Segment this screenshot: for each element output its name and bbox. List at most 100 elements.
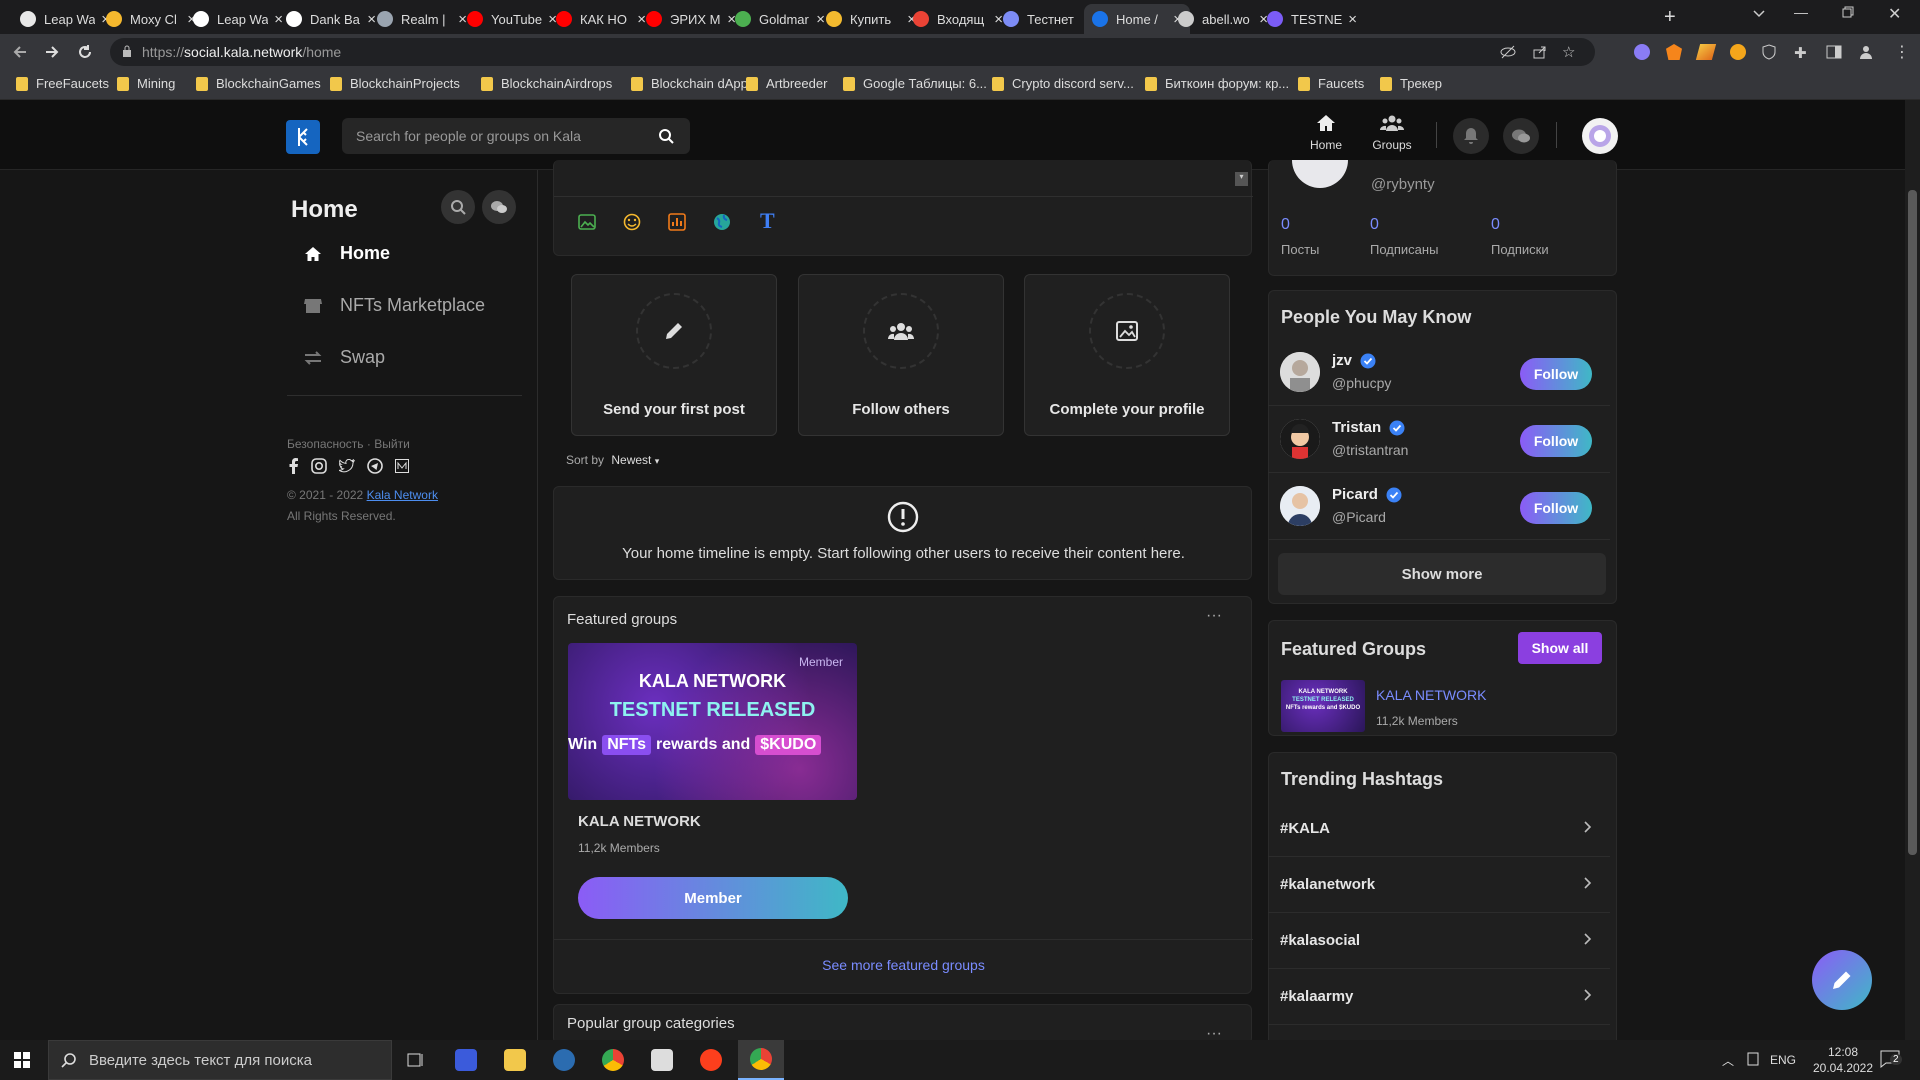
language-indicator[interactable]: ENG [1770, 1053, 1796, 1067]
back-icon[interactable] [12, 44, 28, 60]
bookmark-item[interactable]: Artbreeder [746, 76, 827, 91]
follow-button[interactable]: Follow [1520, 425, 1592, 457]
restore-icon[interactable] [1842, 6, 1854, 18]
stat-posts[interactable]: 0 Посты [1281, 216, 1371, 257]
chrome-icon[interactable] [593, 1046, 633, 1074]
hashtag-kalaarmy[interactable]: #kalaarmy [1268, 969, 1610, 1025]
bookmark-item[interactable]: Faucets [1298, 76, 1364, 91]
extension-bolt-icon[interactable] [1695, 44, 1717, 60]
clock[interactable]: 12:08 20.04.2022 [1808, 1044, 1878, 1076]
show-more-button[interactable]: Show more [1278, 553, 1606, 595]
profile-icon[interactable] [1858, 44, 1874, 60]
extension-coin-icon[interactable] [1730, 44, 1746, 60]
bookmark-item[interactable]: Mining [117, 76, 175, 91]
user-name[interactable]: Tristan [1332, 419, 1381, 436]
hashtag-kala[interactable]: #KALA [1268, 801, 1610, 857]
follow-button[interactable]: Follow [1520, 492, 1592, 524]
shield-extension-icon[interactable] [1762, 44, 1776, 60]
group-banner[interactable]: Member KALA NETWORK TESTNET RELEASED Win… [568, 643, 857, 800]
reload-icon[interactable] [77, 44, 93, 60]
bookmark-item[interactable]: FreeFaucets [16, 76, 109, 91]
user-name[interactable]: jzv [1332, 352, 1352, 369]
chrome-active-icon[interactable] [738, 1040, 784, 1080]
text-format-icon[interactable]: T [760, 208, 775, 234]
browser-menu-icon[interactable]: ⋮ [1894, 42, 1910, 62]
step-follow-others[interactable]: Follow others [798, 274, 1004, 436]
hashtag-kalasocial[interactable]: #kalasocial [1268, 913, 1610, 969]
taskbar-search-input[interactable]: Введите здесь текст для поиска [48, 1040, 392, 1080]
stat-following[interactable]: 0 Подписаны [1370, 216, 1470, 257]
search-input[interactable]: Search for people or groups on Kala [342, 118, 690, 154]
stat-followers[interactable]: 0 Подписки [1491, 216, 1591, 257]
nav-groups[interactable]: Groups [1362, 114, 1422, 152]
logout-link[interactable]: Выйти [374, 437, 410, 451]
tab-search-icon[interactable] [1752, 6, 1766, 20]
minimize-icon[interactable]: — [1794, 4, 1808, 20]
user-avatar[interactable] [1582, 118, 1618, 154]
step-send-first-post[interactable]: Send your first post [571, 274, 777, 436]
nav-home[interactable]: Home [1296, 114, 1360, 165]
instagram-icon[interactable] [311, 458, 327, 474]
follow-button[interactable]: Follow [1520, 358, 1592, 390]
bookmark-item[interactable]: Google Таблицы: 6... [843, 76, 987, 91]
emoji-icon[interactable] [623, 213, 641, 231]
bookmark-item[interactable]: BlockchainGames [196, 76, 321, 91]
page-scrollbar[interactable] [1905, 100, 1920, 1040]
show-all-button[interactable]: Show all [1518, 632, 1602, 664]
sidebar-item-swap[interactable]: Swap [302, 347, 385, 368]
kala-network-link[interactable]: Kala Network [367, 488, 438, 502]
forward-icon[interactable] [44, 44, 60, 60]
scrollbar-thumb[interactable] [1908, 190, 1917, 855]
bookmark-item[interactable]: Трекер [1380, 76, 1442, 91]
eye-off-icon[interactable] [1500, 44, 1516, 60]
see-more-groups-link[interactable]: See more featured groups [554, 957, 1253, 973]
medium-icon[interactable] [395, 459, 409, 473]
twitter-icon[interactable] [339, 459, 355, 473]
bookmark-item[interactable]: Blockchain dApps [631, 76, 754, 91]
telegram-icon[interactable] [367, 458, 383, 474]
kala-logo[interactable] [286, 120, 320, 154]
close-window-icon[interactable]: ✕ [1888, 4, 1901, 24]
avatar[interactable] [1280, 486, 1320, 526]
user-name[interactable]: Picard [1332, 486, 1378, 503]
windows-start-icon[interactable] [14, 1052, 30, 1068]
step-complete-profile[interactable]: Complete your profile [1024, 274, 1230, 436]
sidebar-chat-button[interactable] [482, 190, 516, 224]
sidebar-item-nfts-marketplace[interactable]: NFTs Marketplace [302, 295, 485, 316]
bookmark-item[interactable]: Crypto discord serv... [992, 76, 1134, 91]
sort-control[interactable]: Sort by Newest ▾ [566, 453, 659, 467]
bookmark-star-icon[interactable]: ☆ [1562, 43, 1575, 61]
yandex-browser-icon[interactable] [691, 1046, 731, 1074]
task-view-icon[interactable] [396, 1046, 436, 1074]
taskbar-app-save-icon[interactable] [446, 1046, 486, 1074]
bookmark-item[interactable]: Биткоин форум: кр... [1145, 76, 1289, 91]
globe-icon[interactable] [713, 213, 731, 231]
taskbar-app-camera-icon[interactable] [544, 1046, 584, 1074]
bookmark-item[interactable]: BlockchainAirdrops [481, 76, 612, 91]
member-button[interactable]: Member [578, 877, 848, 919]
metamask-icon[interactable] [1666, 44, 1682, 60]
group-name[interactable]: KALA NETWORK [578, 813, 701, 830]
sidebar-search-button[interactable] [441, 190, 475, 224]
avatar[interactable] [1280, 419, 1320, 459]
profile-avatar[interactable] [1292, 160, 1348, 188]
address-bar[interactable]: https://social.kala.network/home ☆ [110, 38, 1595, 66]
new-tab-button[interactable]: + [1664, 6, 1676, 29]
sidebar-item-home[interactable]: Home [302, 243, 390, 264]
featured-group-name[interactable]: KALA NETWORK [1376, 687, 1486, 703]
extensions-puzzle-icon[interactable]: ✚ [1794, 44, 1807, 62]
taskbar-app-clapper-icon[interactable] [642, 1046, 682, 1074]
share-icon[interactable] [1532, 44, 1548, 60]
tray-device-icon[interactable] [1746, 1052, 1760, 1066]
tray-chevron-icon[interactable]: ︿ [1722, 1052, 1734, 1069]
extension-kala-icon[interactable] [1634, 44, 1650, 60]
close-tab-icon[interactable]: × [1348, 11, 1357, 28]
facebook-icon[interactable] [287, 458, 299, 474]
more-options-icon[interactable]: ··· [1206, 607, 1222, 625]
image-icon[interactable] [578, 214, 596, 230]
compose-post-button[interactable] [1812, 950, 1872, 1010]
browser-tab[interactable]: Leap Wa× [185, 4, 291, 34]
group-thumbnail[interactable]: KALA NETWORK TESTNET RELEASED NFTs rewar… [1281, 680, 1365, 732]
poll-icon[interactable] [668, 213, 686, 231]
scroll-arrow-icon[interactable]: ▾ [1235, 172, 1248, 186]
